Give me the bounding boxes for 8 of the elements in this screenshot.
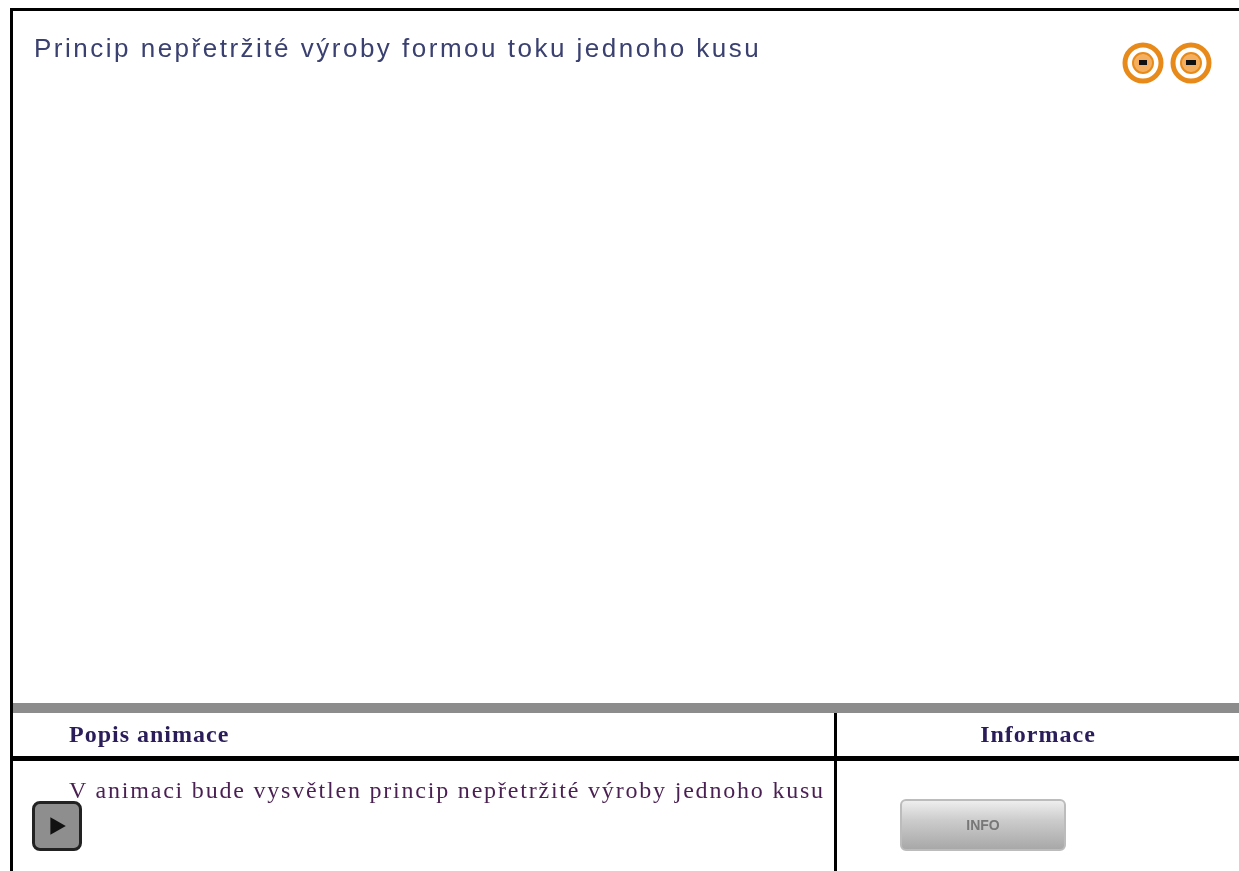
description-text: V animaci bude vysvětlen princip nepřetržité výroby jednoho kusu (69, 777, 825, 804)
column-header: Informace (980, 721, 1096, 748)
circle-icon[interactable] (1121, 41, 1165, 85)
column-header: Popis animace (69, 721, 230, 748)
circle-icon[interactable] (1169, 41, 1213, 85)
animation-title: Princip nepřetržité výroby formou toku jednoho kusu (34, 33, 762, 64)
info-button[interactable]: INFO (900, 799, 1066, 851)
play-button[interactable] (32, 801, 82, 851)
